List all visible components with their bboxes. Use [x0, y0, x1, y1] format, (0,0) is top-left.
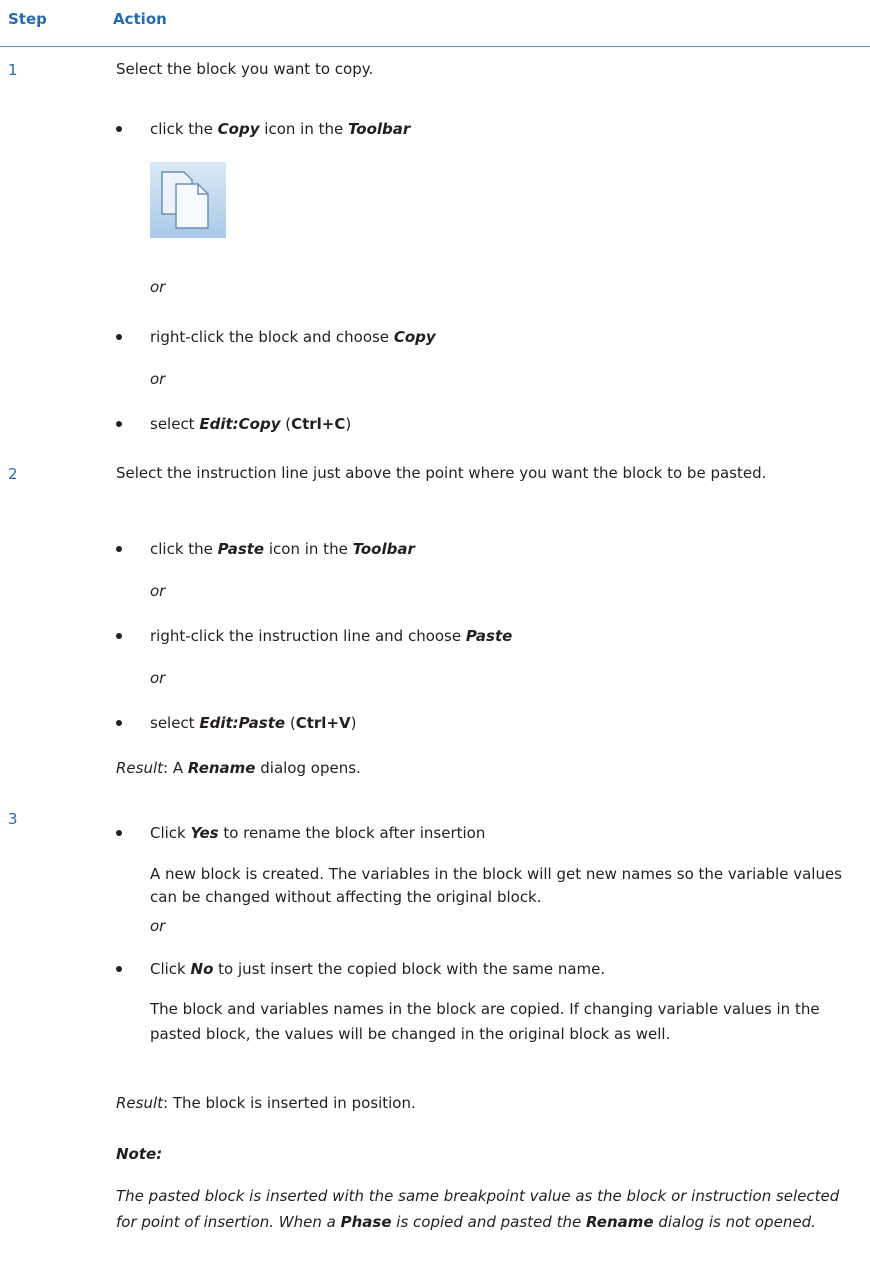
or-text: or: [150, 582, 166, 600]
bullet: [116, 633, 122, 639]
step-number-3: 3: [8, 810, 18, 828]
or-text: or: [150, 370, 166, 388]
note-text: The pasted block is inserted with the sa…: [116, 1187, 840, 1231]
step2-intro: Select the instruction line just above t…: [116, 464, 767, 482]
step2-result: Result: A Rename dialog opens.: [116, 759, 361, 777]
step-column-header: Step: [8, 10, 47, 28]
bullet: [116, 126, 122, 132]
step1-intro: Select the block you want to copy.: [116, 60, 374, 78]
step3-bullet-yes: Click Yes to rename the block after inse…: [150, 824, 486, 842]
bullet: [116, 334, 122, 340]
step2-bullet-menu: select Edit:Paste (Ctrl+V): [150, 714, 357, 732]
or-text: or: [150, 278, 166, 296]
step3-bullet-no: Click No to just insert the copied block…: [150, 960, 606, 978]
or-text: or: [150, 669, 166, 687]
note-label: Note:: [116, 1145, 163, 1163]
step3-yes-description: A new block is created. The variables in…: [150, 865, 842, 906]
action-column-header: Action: [113, 10, 167, 28]
or-text: or: [150, 917, 166, 935]
step3-result: Result: The block is inserted in positio…: [116, 1094, 416, 1112]
step3-no-description: The block and variables names in the blo…: [150, 1000, 820, 1043]
table-header: Step Action: [0, 0, 870, 47]
step1-bullet-toolbar: click the Copy icon in the Toolbar: [150, 120, 411, 138]
step1-bullet-rightclick: right-click the block and choose Copy: [150, 328, 436, 346]
step1-bullet-menu: select Edit:Copy (Ctrl+C): [150, 415, 352, 433]
step2-bullet-toolbar: click the Paste icon in the Toolbar: [150, 540, 415, 558]
step-number-1: 1: [8, 61, 18, 79]
bullet: [116, 546, 122, 552]
copy-icon: [150, 162, 226, 238]
bullet: [116, 966, 122, 972]
step2-bullet-rightclick: right-click the instruction line and cho…: [150, 627, 513, 645]
bullet: [116, 830, 122, 836]
step-number-2: 2: [8, 465, 18, 483]
bullet: [116, 720, 122, 726]
bullet: [116, 421, 122, 427]
